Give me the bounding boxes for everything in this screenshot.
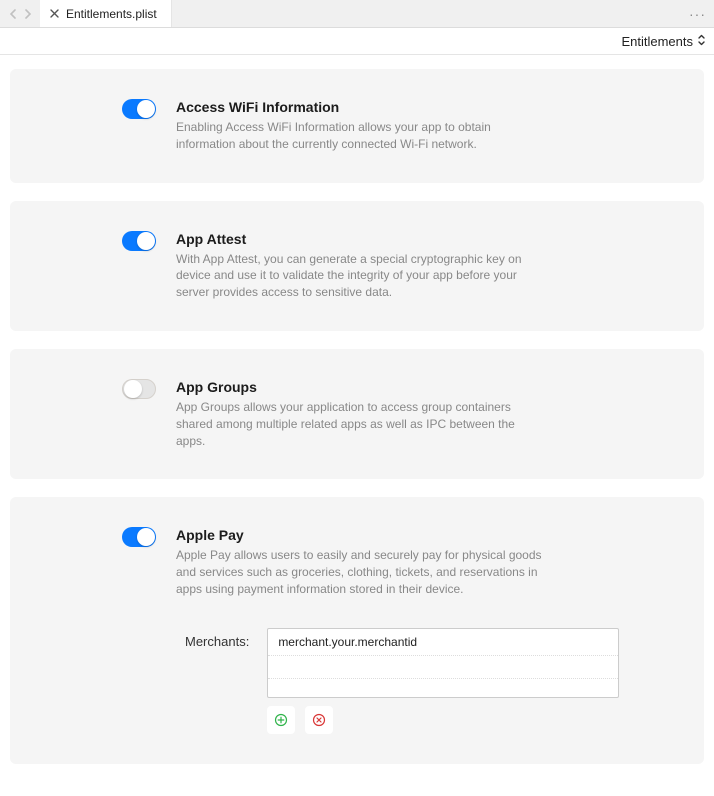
merchant-row[interactable]: merchant.your.merchantid [268, 629, 618, 656]
card-title: App Attest [176, 231, 544, 247]
tab-bar: Entitlements.plist ··· [0, 0, 714, 28]
toggle-wifi[interactable] [122, 99, 156, 119]
entitlement-card-groups: App Groups App Groups allows your applic… [10, 349, 704, 479]
remove-merchant-button[interactable] [305, 706, 333, 734]
tab-entitlements[interactable]: Entitlements.plist [40, 0, 172, 27]
toggle-attest[interactable] [122, 231, 156, 251]
more-button[interactable]: ··· [681, 0, 714, 27]
entitlement-card-applepay: Apple Pay Apple Pay allows users to easi… [10, 497, 704, 763]
merchants-list[interactable]: merchant.your.merchantid [267, 628, 619, 698]
toggle-applepay[interactable] [122, 527, 156, 547]
tab-title: Entitlements.plist [66, 7, 157, 21]
toggle-groups[interactable] [122, 379, 156, 399]
add-merchant-button[interactable] [267, 706, 295, 734]
card-title: App Groups [176, 379, 544, 395]
merchants-section: Merchants: merchant.your.merchantid [50, 628, 664, 734]
x-circle-icon [312, 713, 326, 727]
chevron-sort-icon [697, 34, 706, 49]
entitlement-card-wifi: Access WiFi Information Enabling Access … [10, 69, 704, 183]
entitlement-card-attest: App Attest With App Attest, you can gene… [10, 201, 704, 331]
card-description: Enabling Access WiFi Information allows … [176, 119, 544, 153]
card-description: Apple Pay allows users to easily and sec… [176, 547, 544, 597]
nav-arrows [0, 0, 40, 27]
card-description: With App Attest, you can generate a spec… [176, 251, 544, 301]
nav-forward-button[interactable] [20, 6, 36, 22]
plus-circle-icon [274, 713, 288, 727]
card-title: Apple Pay [176, 527, 544, 543]
card-description: App Groups allows your application to ac… [176, 399, 544, 449]
merchant-row-empty [268, 656, 618, 679]
card-title: Access WiFi Information [176, 99, 544, 115]
entitlements-list: Access WiFi Information Enabling Access … [0, 55, 714, 796]
view-mode-selector[interactable]: Entitlements [0, 28, 714, 55]
nav-back-button[interactable] [4, 6, 20, 22]
merchants-label: Merchants: [185, 628, 249, 649]
view-mode-label: Entitlements [621, 34, 693, 49]
close-icon[interactable] [48, 8, 60, 20]
